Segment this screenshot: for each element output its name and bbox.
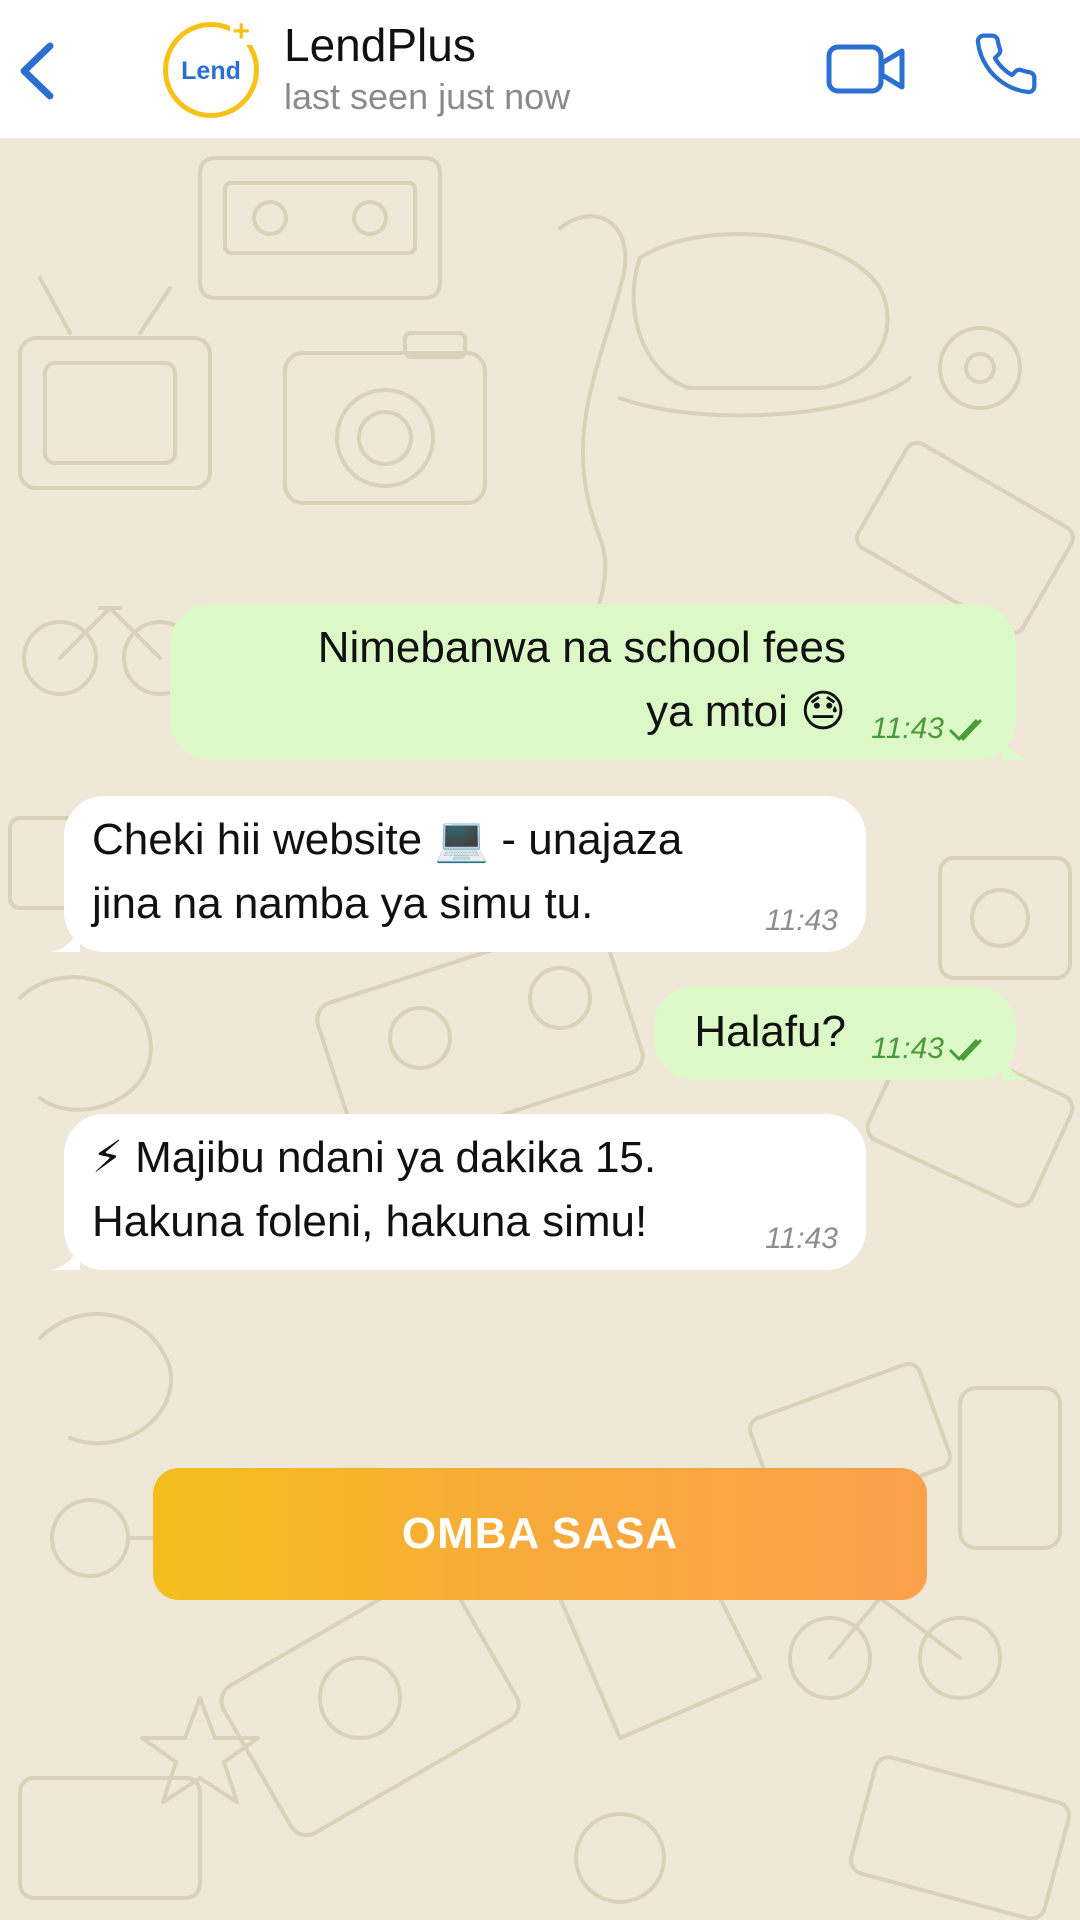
bubble-tail: [52, 1240, 80, 1270]
phone-icon: [975, 33, 1037, 95]
chat-area[interactable]: Nimebanwa na school fees ya mtoi 😓 11:43…: [0, 138, 1080, 1920]
contact-avatar[interactable]: Lend +: [163, 15, 259, 118]
back-chevron-icon: [20, 42, 54, 100]
message-text-line: Cheki hii website 💻 - unajaza: [92, 815, 683, 864]
read-receipt-icon: [949, 1039, 982, 1061]
contact-name[interactable]: LendPlus: [284, 18, 476, 72]
message-bubble-incoming[interactable]: Cheki hii website 💻 - unajaza jina na na…: [64, 796, 866, 952]
message-time: 11:43: [765, 904, 838, 937]
video-call-button[interactable]: [826, 42, 906, 96]
back-button[interactable]: [12, 36, 62, 106]
message-text-line: ya mtoi 😓: [646, 687, 846, 736]
bubble-tail: [1002, 730, 1030, 760]
message-bubble-outgoing[interactable]: Nimebanwa na school fees ya mtoi 😓 11:43: [170, 604, 1016, 760]
message-text-line: ⚡ Majibu ndani ya dakika 15.: [92, 1133, 657, 1182]
apply-now-button[interactable]: OMBA SASA: [153, 1468, 927, 1600]
message-text-line: Hakuna foleni, hakuna simu!: [92, 1197, 648, 1246]
contact-last-seen: last seen just now: [284, 76, 571, 117]
message-time: 11:43: [871, 1032, 944, 1065]
video-camera-icon: [826, 44, 905, 94]
message-time: 11:43: [871, 712, 944, 745]
avatar-logo-text: Lend: [181, 56, 241, 85]
message-text-line: Nimebanwa na school fees: [317, 623, 846, 672]
avatar-plus-badge: +: [230, 15, 252, 48]
message-text-line: Halafu?: [694, 1007, 846, 1056]
chat-header: Lend + LendPlus last seen just now: [0, 0, 1080, 138]
read-receipt-icon: [949, 719, 982, 741]
message-time: 11:43: [765, 1222, 838, 1255]
bubble-tail: [52, 922, 80, 952]
voice-call-button[interactable]: [972, 30, 1040, 98]
message-bubble-incoming[interactable]: ⚡ Majibu ndani ya dakika 15. Hakuna fole…: [64, 1114, 866, 1270]
message-bubble-outgoing[interactable]: Halafu? 11:43: [654, 986, 1016, 1080]
bubble-tail: [1002, 1050, 1030, 1080]
message-text-line: jina na namba ya simu tu.: [92, 879, 594, 928]
